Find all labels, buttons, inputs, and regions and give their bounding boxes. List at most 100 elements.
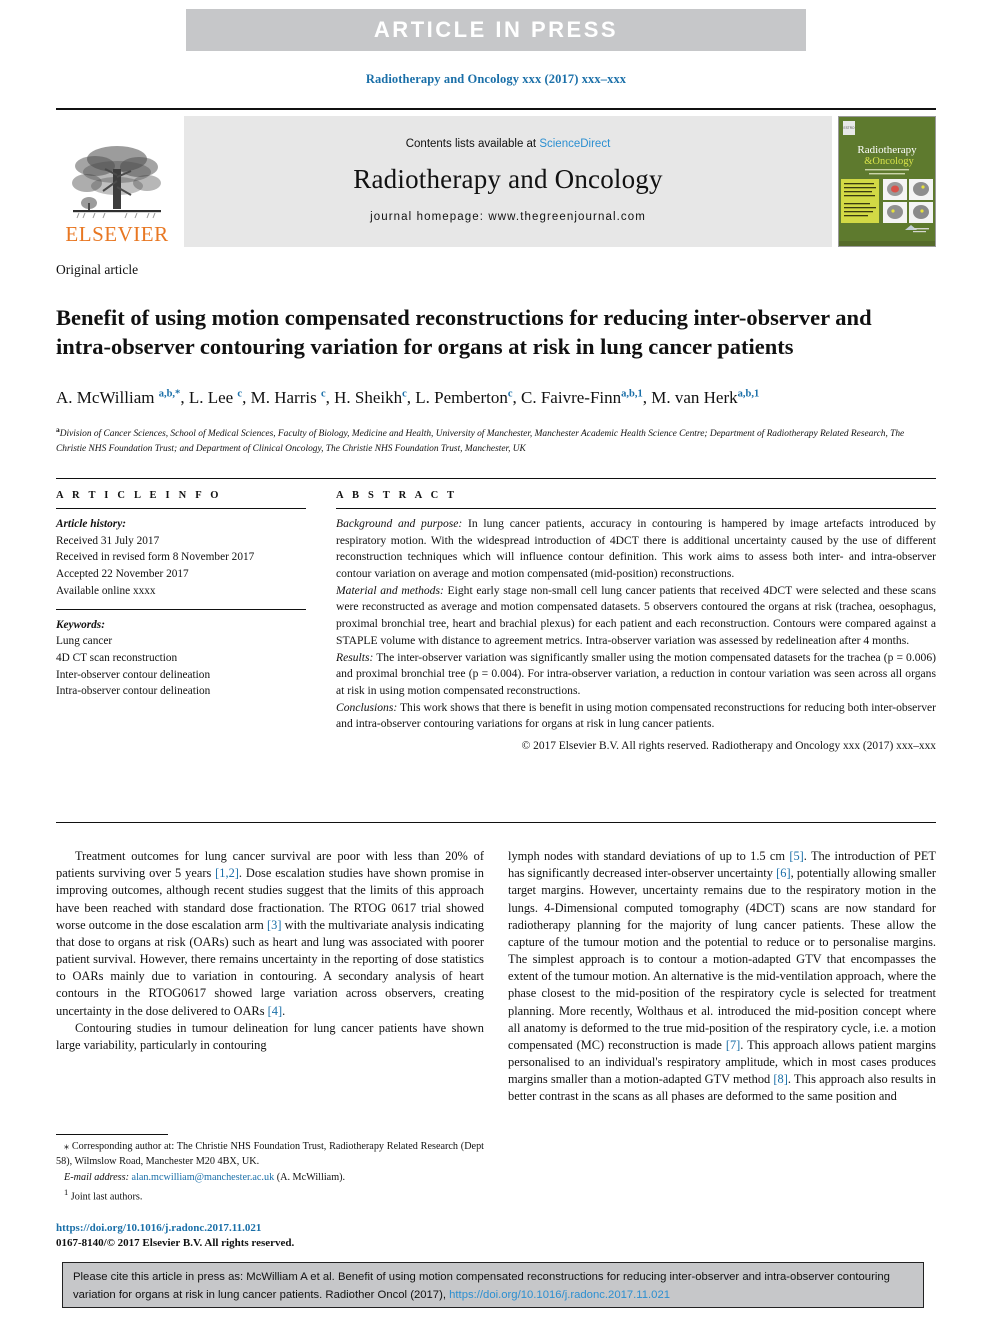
page-title: Benefit of using motion compensated reco… — [56, 305, 872, 360]
abstract-background-label: Background and purpose: — [336, 517, 463, 530]
author-affiliation-mark: a,b,1 — [737, 388, 760, 400]
email-suffix: (A. McWilliam). — [274, 1171, 346, 1183]
cite-doi-link[interactable]: https://doi.org/10.1016/j.radonc.2017.11… — [449, 1289, 670, 1301]
keywords-block: Keywords: Lung cancer 4D CT scan reconst… — [56, 617, 306, 701]
abstract-conclusions-label: Conclusions: — [336, 700, 398, 714]
article-history-block: Article history: Received 31 July 2017 R… — [56, 516, 306, 600]
body-text: , potentially allowing smaller target ma… — [508, 866, 937, 1052]
author-affiliation-mark: a,b,* — [158, 388, 181, 400]
author-affiliation-mark: c — [507, 388, 513, 400]
journal-cover-image: ESTRO Radiotherapy &Oncology — [839, 117, 935, 241]
elsevier-tree-icon — [72, 146, 161, 219]
abstract-methods-label: Material and methods: — [336, 583, 444, 597]
author-entry: M. van Herka,b,1 — [651, 388, 759, 407]
body-column-left: Treatment outcomes for lung cancer survi… — [56, 848, 484, 1054]
body-divider — [56, 822, 936, 823]
abstract-results-text: The inter-observer variation was signifi… — [336, 650, 936, 697]
citation-ref[interactable]: [6] — [776, 866, 790, 880]
issn-copyright-line: 0167-8140/© 2017 Elsevier B.V. All right… — [56, 1236, 295, 1249]
article-in-press-label: ARTICLE IN PRESS — [373, 17, 619, 42]
citation-ref[interactable]: [3] — [267, 918, 281, 932]
body-paragraph: Contouring studies in tumour delineation… — [56, 1020, 484, 1052]
elsevier-logo: ELSEVIER — [56, 116, 178, 247]
keywords-divider — [56, 608, 306, 610]
abstract-results-label: Results: — [336, 650, 374, 664]
svg-text:&Oncology: &Oncology — [864, 156, 914, 167]
article-info-heading: A R T I C L E I N F O — [56, 490, 222, 501]
sciencedirect-link[interactable]: ScienceDirect — [539, 138, 610, 150]
author-entry: L. Lee c — [189, 388, 242, 407]
author-affiliation-mark: a,b,1 — [621, 388, 643, 400]
keyword-item: Inter-observer contour delineation — [56, 668, 211, 681]
journal-band: Contents lists available at ScienceDirec… — [184, 116, 832, 247]
contents-prefix: Contents lists available at — [405, 138, 540, 150]
email-link[interactable]: alan.mcwilliam@manchester.ac.uk — [132, 1172, 275, 1183]
journal-homepage-line[interactable]: journal homepage: www.thegreenjournal.co… — [370, 211, 646, 223]
body-text: . — [282, 1003, 286, 1018]
abstract-paragraph-conclusions: Conclusions: This work shows that there … — [336, 700, 936, 733]
article-history-label: Article history: — [56, 518, 126, 530]
joint-authors-footnote: 1 Joint last authors. — [56, 1186, 484, 1205]
contents-list-line: Contents lists available at ScienceDirec… — [406, 138, 611, 150]
body-paragraph: Treatment outcomes for lung cancer survi… — [56, 848, 484, 1020]
citation-ref[interactable]: [4] — [268, 1004, 282, 1018]
corresponding-author-footnote: ⁎ Corresponding author at: The Christie … — [56, 1140, 484, 1170]
svg-text:Radiotherapy: Radiotherapy — [857, 144, 917, 156]
body-text: lymph nodes with standard deviations of … — [508, 849, 790, 863]
keywords-label: Keywords: — [56, 618, 105, 631]
history-item: Available online xxxx — [56, 584, 156, 597]
history-item: Accepted 22 November 2017 — [56, 568, 189, 581]
author-name: L. Lee — [188, 388, 234, 407]
abstract-paragraph-background: Background and purpose: In lung cancer p… — [336, 516, 936, 583]
keyword-item: Lung cancer — [56, 635, 113, 648]
author-entry: L. Pembertonc — [415, 388, 512, 407]
author-entry: H. Sheikhc — [334, 388, 407, 407]
affiliation-text: Division of Cancer Sciences, School of M… — [56, 429, 905, 454]
history-item: Received in revised form 8 November 2017 — [56, 551, 255, 564]
doi-block: https://doi.org/10.1016/j.radonc.2017.11… — [56, 1221, 484, 1251]
footnote-rule — [56, 1134, 168, 1135]
citation-ref[interactable]: [5] — [789, 849, 803, 863]
info-abstract-divider — [56, 478, 936, 479]
author-affiliation-mark: c — [402, 388, 407, 400]
abstract-body: Background and purpose: In lung cancer p… — [336, 516, 936, 733]
keyword-item: Intra-observer contour delineation — [56, 685, 211, 698]
email-footnote: E-mail address: alan.mcwilliam@mancheste… — [56, 1171, 484, 1186]
citation-ref[interactable]: [1,2] — [215, 866, 239, 880]
footnote-block: ⁎ Corresponding author at: The Christie … — [56, 1134, 484, 1207]
joint-authors-text: Joint last authors. — [68, 1191, 143, 1203]
running-head: Radiotherapy and Oncology xxx (2017) xxx… — [365, 72, 627, 86]
author-name: M. van Herk — [651, 388, 738, 407]
author-name: M. Harris — [250, 388, 317, 407]
abstract-paragraph-results: Results: The inter-observer variation wa… — [336, 650, 936, 700]
citation-ref[interactable]: [7] — [726, 1038, 740, 1052]
abstract-rule — [336, 508, 936, 509]
article-info-rule — [56, 508, 306, 509]
author-affiliation-mark: c — [320, 388, 326, 400]
abstract-copyright: © 2017 Elsevier B.V. All rights reserved… — [521, 739, 936, 752]
abstract-heading: A B S T R A C T — [336, 490, 458, 501]
svg-text:ESTRO: ESTRO — [844, 126, 856, 130]
author-name: C. Faivre-Finn — [521, 388, 622, 407]
journal-masthead: ELSEVIER Contents lists available at Sci… — [56, 108, 936, 247]
cite-this-article-box: Please cite this article in press as: Mc… — [62, 1262, 924, 1308]
journal-cover-thumbnail: ESTRO Radiotherapy &Oncology — [838, 116, 936, 247]
abstract-column: A B S T R A C T Background and purpose: … — [336, 490, 936, 752]
body-paragraph: lymph nodes with standard deviations of … — [508, 848, 936, 1106]
author-list: A. McWilliam a,b,*, L. Lee c, M. Harris … — [56, 388, 760, 407]
author-entry: M. Harris c — [251, 388, 326, 407]
doi-link[interactable]: https://doi.org/10.1016/j.radonc.2017.11… — [56, 1221, 484, 1236]
article-info-column: A R T I C L E I N F O Article history: R… — [56, 490, 306, 700]
author-name: H. Sheikh — [334, 388, 403, 407]
author-name: A. McWilliam — [56, 388, 155, 407]
author-name: L. Pemberton — [415, 388, 508, 407]
author-entry: C. Faivre-Finna,b,1 — [521, 388, 643, 407]
author-entry: A. McWilliam a,b,* — [56, 388, 180, 407]
elsevier-wordmark: ELSEVIER — [65, 222, 169, 246]
body-column-right: lymph nodes with standard deviations of … — [508, 848, 936, 1106]
email-label: E-mail address: — [64, 1171, 129, 1183]
keyword-item: 4D CT scan reconstruction — [56, 652, 178, 665]
article-type-label: Original article — [56, 262, 139, 277]
history-item: Received 31 July 2017 — [56, 534, 160, 547]
citation-ref[interactable]: [8] — [773, 1072, 787, 1086]
